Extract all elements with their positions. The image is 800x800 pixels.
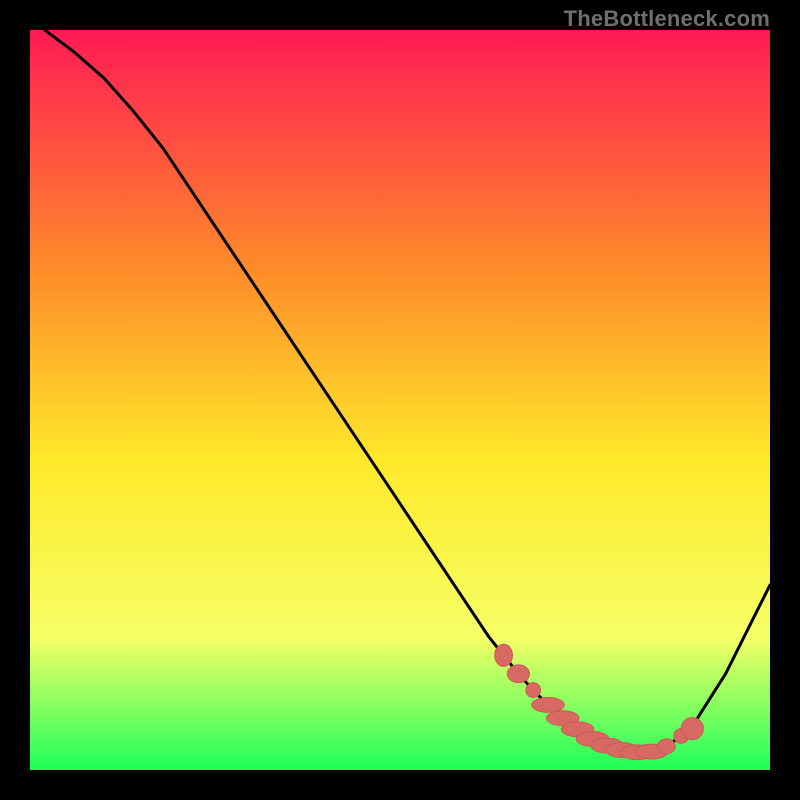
highlight-point [495, 644, 513, 666]
bottleneck-chart [30, 30, 770, 770]
chart-container [30, 30, 770, 770]
watermark-text: TheBottleneck.com [564, 6, 770, 32]
highlight-point [681, 717, 703, 739]
highlight-point [526, 683, 541, 698]
plot-background [30, 30, 770, 770]
highlight-point [532, 697, 565, 712]
highlight-point [507, 665, 529, 683]
highlight-point [658, 739, 676, 754]
